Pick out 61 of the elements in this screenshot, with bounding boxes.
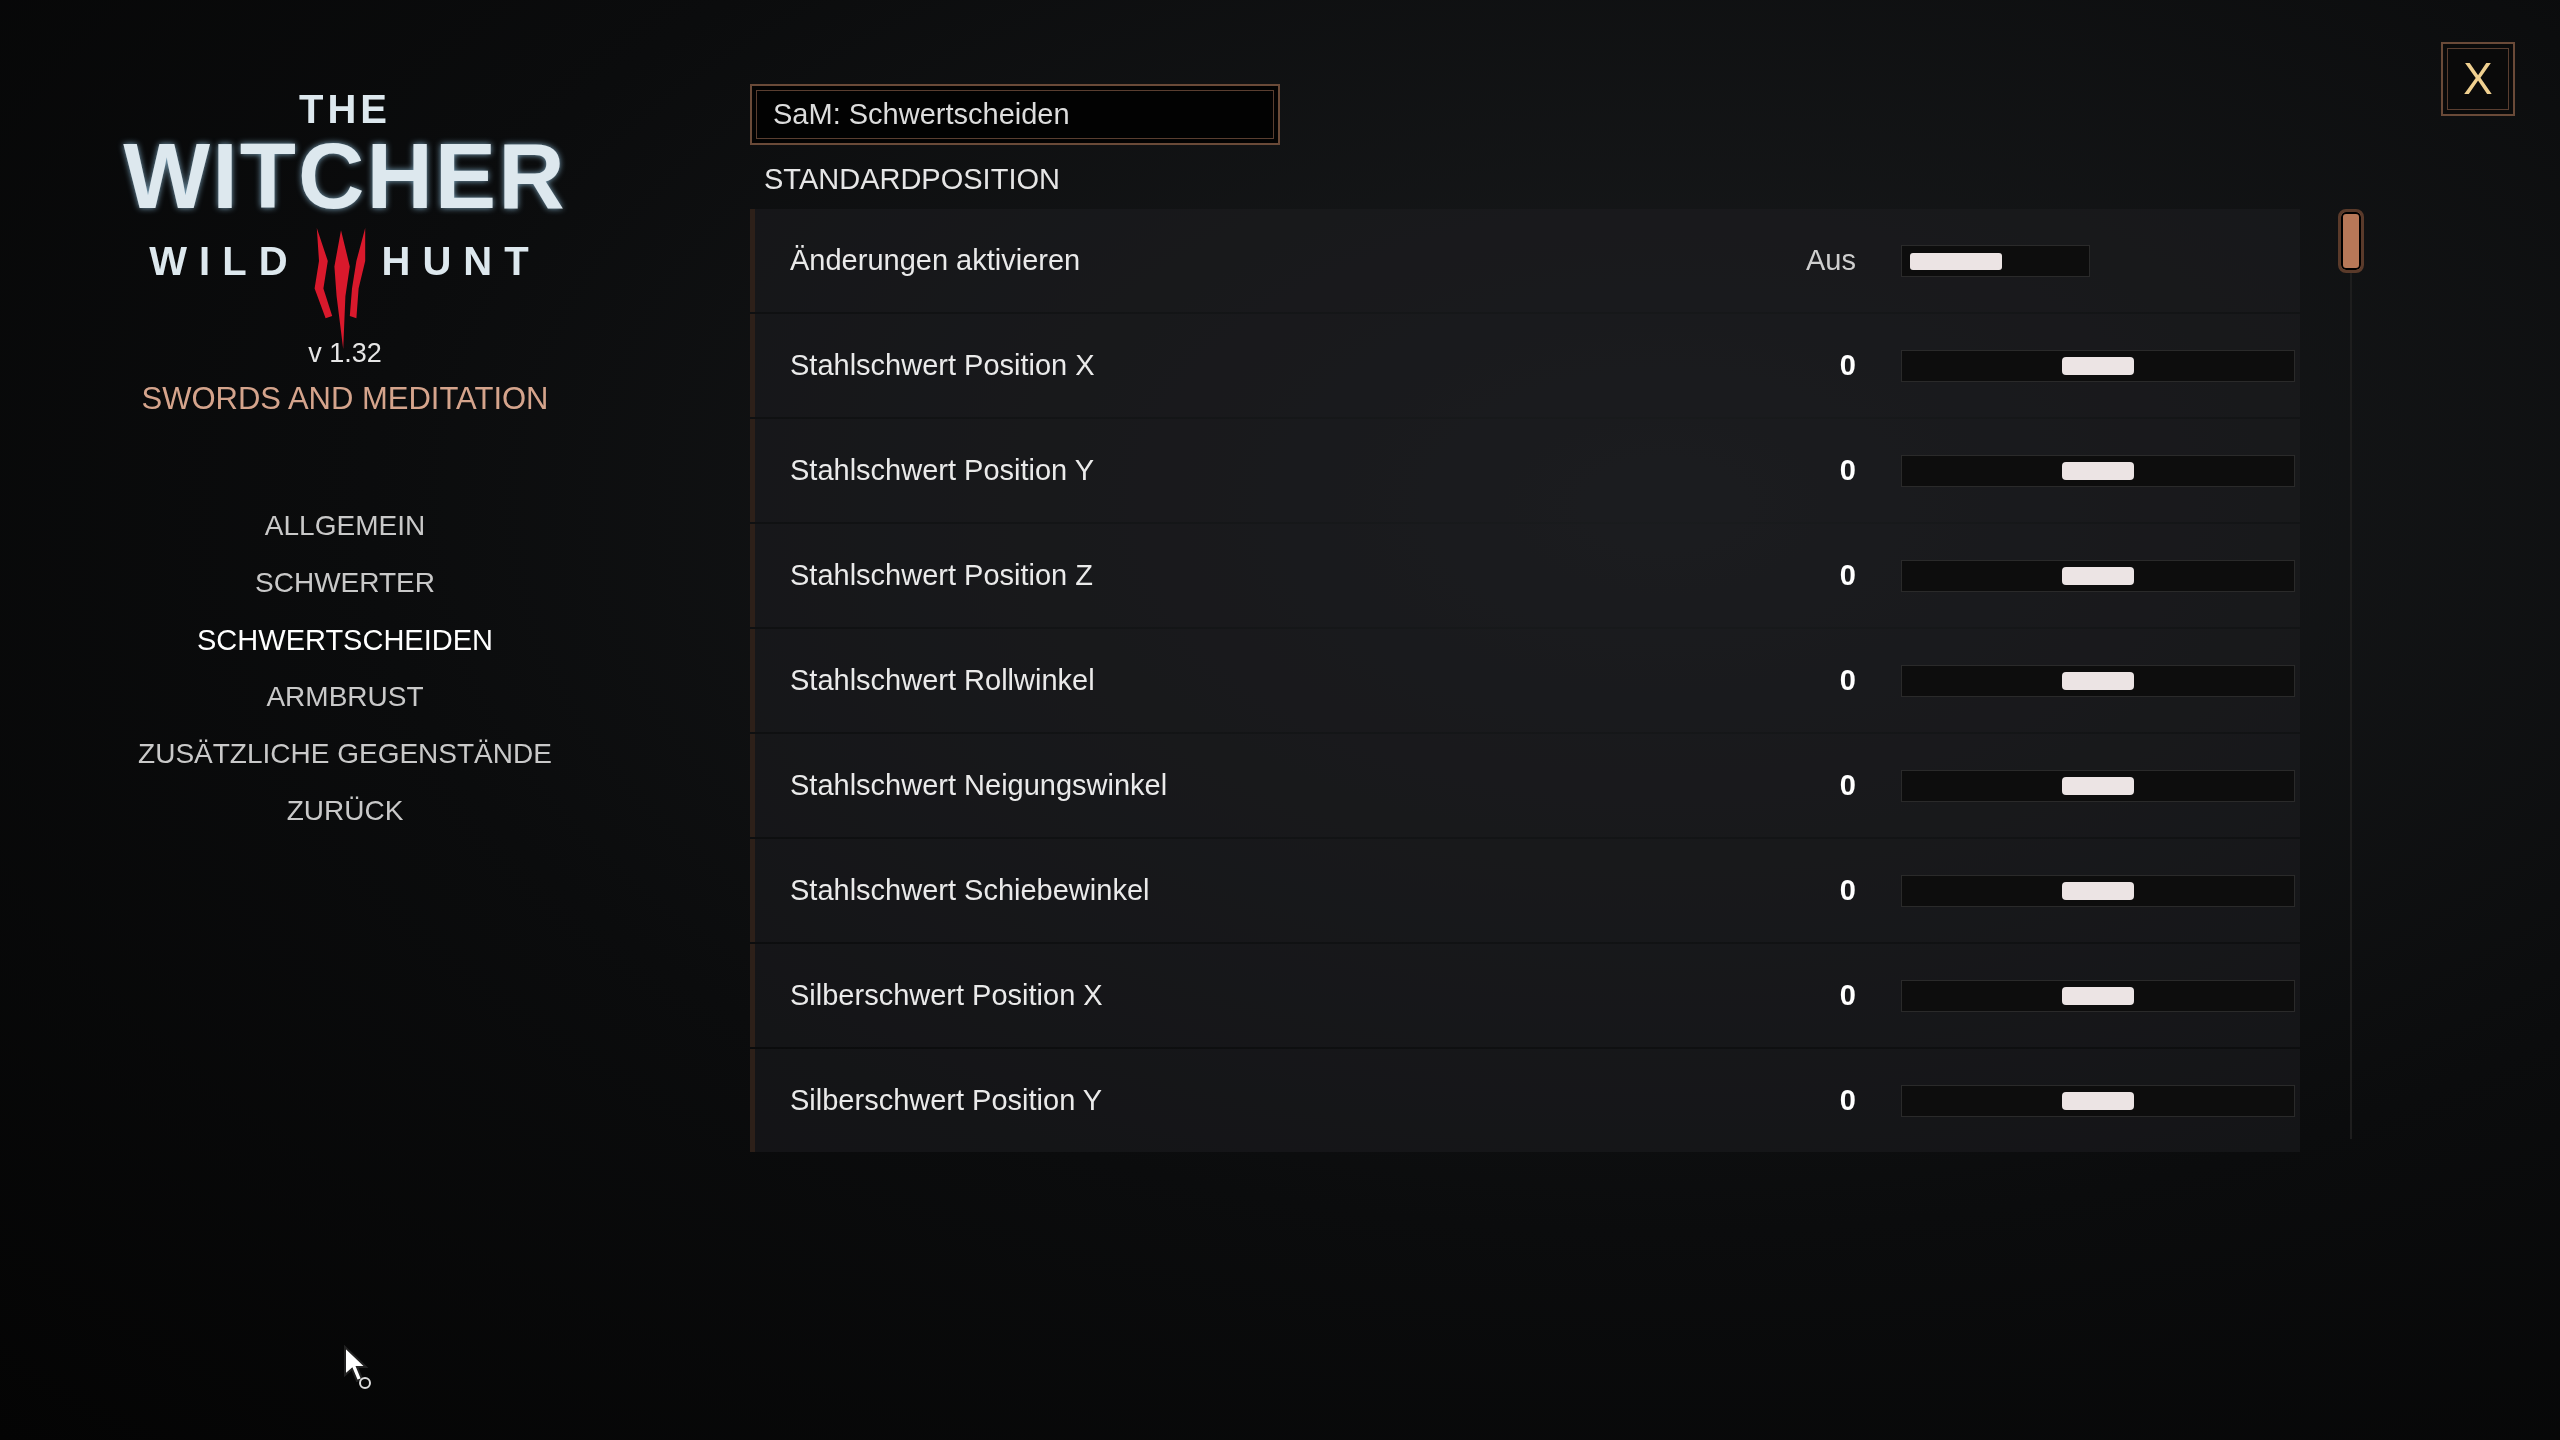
menu-item[interactable]: ZURÜCK (286, 794, 404, 828)
slider-track[interactable] (1901, 559, 2295, 592)
close-button[interactable]: X (2441, 42, 2515, 116)
logo-text: THE (299, 88, 391, 130)
slider-track[interactable] (1901, 349, 2295, 382)
option-label: Änderungen aktivieren (790, 244, 1082, 277)
mod-title: SWORDS AND MEDITATION (141, 381, 549, 417)
slider-track[interactable] (1901, 664, 2295, 697)
option-value: 0 (1838, 454, 1856, 487)
version-label: v 1.32 (308, 338, 382, 369)
toggle-switch[interactable] (1901, 244, 2090, 277)
page-title-box: SaM: Schwertscheiden (750, 84, 1280, 145)
slider-thumb[interactable] (2062, 776, 2134, 795)
option-label: Stahlschwert Rollwinkel (790, 664, 1096, 697)
option-value: 0 (1838, 664, 1856, 697)
option-row[interactable]: Silberschwert Position Y 0 (750, 1049, 2300, 1152)
option-value: 0 (1838, 1084, 1856, 1117)
option-label: Silberschwert Position X (790, 979, 1104, 1012)
option-label: Stahlschwert Schiebewinkel (790, 874, 1151, 907)
option-row[interactable]: Stahlschwert Schiebewinkel 0 (750, 839, 2300, 942)
slider-thumb[interactable] (2062, 461, 2134, 480)
logo-text: WITCHER (123, 130, 567, 222)
option-row[interactable]: Stahlschwert Rollwinkel 0 (750, 629, 2300, 732)
menu-item[interactable]: SCHWERTER (255, 566, 435, 600)
menu-item[interactable]: ARMBRUST (266, 680, 424, 714)
slider-track[interactable] (1901, 1084, 2295, 1117)
option-label: Stahlschwert Position Y (790, 454, 1096, 487)
slider-thumb[interactable] (2062, 986, 2134, 1005)
mouse-cursor-icon (343, 1345, 373, 1391)
option-label: Stahlschwert Position X (790, 349, 1096, 382)
slider-track[interactable] (1901, 454, 2295, 487)
option-row[interactable]: Stahlschwert Neigungswinkel 0 (750, 734, 2300, 837)
menu-item[interactable]: SCHWERTSCHEIDEN (197, 623, 493, 657)
slider-track[interactable] (1901, 979, 2295, 1012)
option-value: 0 (1838, 769, 1856, 802)
slider-thumb[interactable] (2062, 1091, 2134, 1110)
option-row[interactable]: Silberschwert Position X 0 (750, 944, 2300, 1047)
section-heading: STANDARDPOSITION (764, 162, 1061, 197)
slider-track[interactable] (1901, 769, 2295, 802)
menu-item[interactable]: ALLGEMEIN (264, 509, 426, 543)
option-value: 0 (1838, 349, 1856, 382)
option-row[interactable]: Änderungen aktivieren Aus (750, 209, 2300, 312)
logo-text: HUNT (381, 238, 541, 284)
option-value: 0 (1838, 874, 1856, 907)
option-label: Stahlschwert Neigungswinkel (790, 769, 1169, 802)
option-row[interactable]: Stahlschwert Position X 0 (750, 314, 2300, 417)
toggle-thumb[interactable] (1910, 252, 2002, 270)
slider-thumb[interactable] (2062, 671, 2134, 690)
option-row[interactable]: Stahlschwert Position Y 0 (750, 419, 2300, 522)
option-label: Silberschwert Position Y (790, 1084, 1104, 1117)
option-value: 0 (1838, 559, 1856, 592)
slider-thumb[interactable] (2062, 881, 2134, 900)
option-row[interactable]: Stahlschwert Position Z 0 (750, 524, 2300, 627)
slider-thumb[interactable] (2062, 356, 2134, 375)
menu-item[interactable]: ZUSÄTZLICHE GEGENSTÄNDE (138, 737, 552, 771)
slider-thumb[interactable] (2062, 566, 2134, 585)
option-value: Aus (1805, 244, 1856, 277)
slider-track[interactable] (1901, 874, 2295, 907)
logo-text: WILD (149, 238, 300, 284)
option-label: Stahlschwert Position Z (790, 559, 1094, 592)
option-value: 0 (1838, 979, 1856, 1012)
